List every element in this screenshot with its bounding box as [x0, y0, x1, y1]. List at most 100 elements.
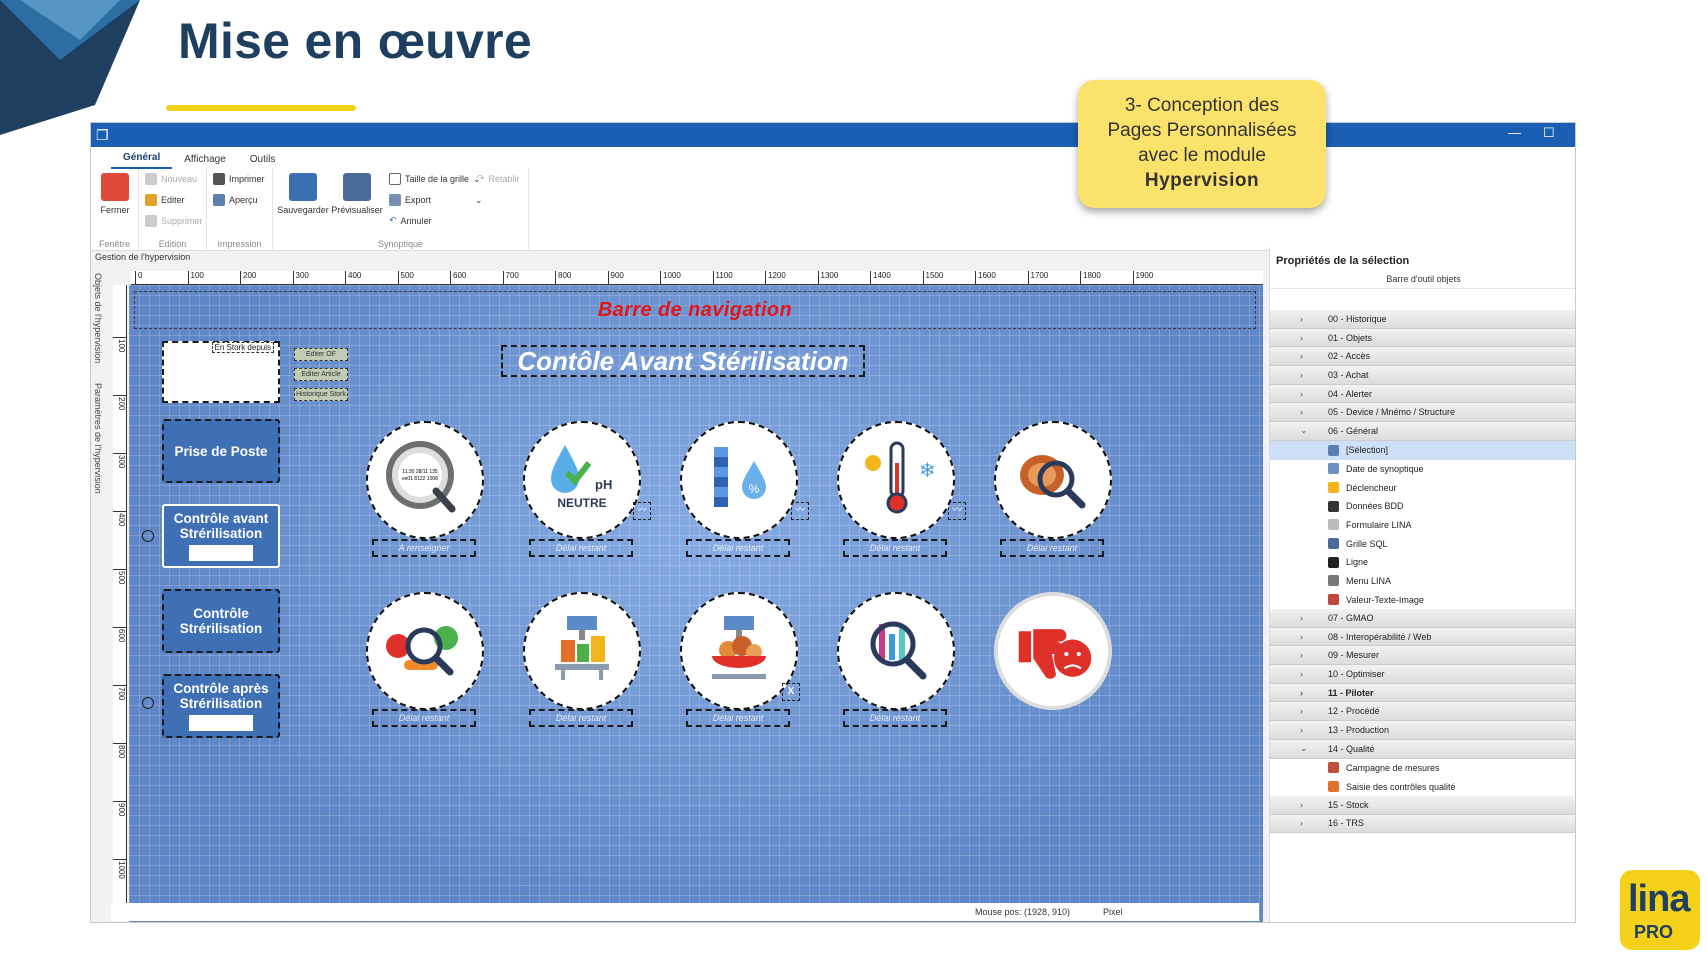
nav-controle-avant[interactable]: Contrôle avant Strérilisation — [162, 504, 280, 568]
tree-category[interactable]: ⌄ 14 - Qualité — [1270, 739, 1575, 759]
vegetables-inspection-icon[interactable] — [366, 592, 484, 710]
tree-category[interactable]: › 01 - Objets — [1270, 328, 1575, 348]
retablir-button[interactable]: ↷ Rétablir — [477, 173, 520, 184]
tree-category[interactable]: › 03 - Achat — [1270, 366, 1575, 385]
tab-parametres-hypervision[interactable]: Paramètres de l'hypervision — [93, 383, 103, 494]
supprimer-button[interactable]: Supprimer — [145, 215, 203, 227]
thumbs-down-sad-icon[interactable] — [998, 596, 1108, 706]
tree-item[interactable]: Valeur-Texte-Image — [1270, 590, 1575, 609]
chart-mini-icon[interactable]: 〰 — [633, 502, 651, 520]
delai-label[interactable]: Délai restant — [686, 539, 790, 557]
radio-indicator[interactable] — [142, 530, 154, 542]
tree-item[interactable]: Campagne de mesures — [1270, 759, 1575, 778]
chevron-right-icon[interactable]: › — [1300, 669, 1303, 679]
watch-inspection-icon[interactable]: 11:30 28/11 135 ex01 8122 1008 — [366, 421, 484, 539]
annuler-button[interactable]: ↶ Annuler — [389, 215, 432, 226]
tree-item[interactable]: Date de synoptique — [1270, 460, 1575, 479]
tab-affichage[interactable]: Affichage — [172, 150, 238, 169]
tree-category[interactable]: › 16 - TRS — [1270, 814, 1575, 834]
chevron-right-icon[interactable]: › — [1300, 650, 1303, 660]
temperature-icon[interactable]: ❄ — [837, 421, 955, 539]
navigation-bar[interactable]: Barre de navigation — [134, 291, 1256, 329]
tree-category[interactable]: ⌄ 06 - Général — [1270, 422, 1575, 441]
tree-category[interactable]: › 00 - Historique — [1270, 310, 1575, 329]
tree-item[interactable]: Saisie des contrôles qualité — [1270, 777, 1575, 796]
tree-category[interactable]: › 04 - Alerter — [1270, 384, 1575, 404]
delai-label[interactable]: Délai restant — [372, 709, 476, 727]
humidity-icon[interactable]: % — [680, 421, 798, 539]
close-mini-icon[interactable]: X — [782, 683, 800, 701]
tree-item[interactable]: Formulaire LINA — [1270, 516, 1575, 535]
food-weighing-icon[interactable] — [680, 592, 798, 710]
scale-products-icon[interactable] — [523, 592, 641, 710]
tree-category[interactable]: › 10 - Optimiser — [1270, 665, 1575, 684]
tree-item[interactable]: Grille SQL — [1270, 534, 1575, 553]
chevron-right-icon[interactable]: › — [1300, 725, 1303, 735]
chevron-right-icon[interactable]: › — [1300, 333, 1303, 343]
delai-label[interactable]: Délai restant — [529, 709, 633, 727]
chart-mini-icon[interactable]: 〰 — [948, 502, 966, 520]
editer-button[interactable]: Editer — [145, 194, 185, 206]
tree-category[interactable]: › 12 - Procédé — [1270, 702, 1575, 722]
historique-stock-button[interactable]: Historique Stork — [294, 388, 348, 401]
chevron-right-icon[interactable]: › — [1300, 370, 1303, 380]
food-inspection-icon[interactable] — [994, 421, 1112, 539]
tree-item[interactable]: Ligne — [1270, 553, 1575, 572]
tree-category[interactable]: › 09 - Mesurer — [1270, 646, 1575, 666]
delai-label[interactable]: Délai restant — [686, 709, 790, 727]
tree-item[interactable]: [Sélection] — [1270, 440, 1575, 460]
chevron-right-icon[interactable]: › — [1300, 800, 1303, 810]
tab-general[interactable]: Général — [111, 148, 173, 169]
radio-indicator[interactable] — [142, 697, 154, 709]
tree-item[interactable]: Menu LINA — [1270, 572, 1575, 591]
canvas-title[interactable]: Contôle Avant Stérilisation — [501, 345, 865, 377]
nouveau-button[interactable]: Nouveau — [145, 173, 197, 185]
nav-controle-sterilisation[interactable]: Contrôle Strérilisation — [162, 589, 280, 653]
chevron-right-icon[interactable]: › — [1300, 818, 1303, 828]
tree-item[interactable]: Données BDD — [1270, 497, 1575, 516]
tab-objets-hypervision[interactable]: Objets de l'hypervision — [93, 273, 103, 363]
chevron-right-icon[interactable]: › — [1300, 613, 1303, 623]
tree-item[interactable]: Déclencheur — [1270, 478, 1575, 497]
delai-label[interactable]: Délai restant — [843, 709, 947, 727]
tab-outils[interactable]: Outils — [238, 150, 288, 169]
chevron-right-icon[interactable]: › — [1300, 389, 1303, 399]
maximize-icon[interactable]: ☐ — [1543, 125, 1555, 141]
apercu-button[interactable]: Aperçu — [213, 194, 258, 206]
imprimer-button[interactable]: Imprimer — [213, 173, 265, 185]
chevron-down-icon[interactable]: ⌄ — [1300, 743, 1308, 754]
export-button[interactable]: Export ⌄ — [389, 194, 483, 206]
previsualiser-button[interactable]: Prévisualiser — [331, 173, 383, 215]
tree-category[interactable]: › 05 - Device / Mnémo / Structure — [1270, 403, 1575, 423]
chart-mini-icon[interactable]: 〰 — [791, 502, 809, 520]
tree-category[interactable]: › 11 - Piloter — [1270, 683, 1575, 703]
chevron-down-icon[interactable]: ⌄ — [1300, 425, 1308, 436]
tree-category[interactable]: › 07 - GMAO — [1270, 609, 1575, 628]
ph-neutral-icon[interactable]: pH NEUTRE — [523, 421, 641, 539]
chevron-right-icon[interactable]: › — [1300, 351, 1303, 361]
synoptic-canvas[interactable]: Barre de navigation Contôle Avant Stéril… — [129, 285, 1263, 922]
fermer-button[interactable]: Fermer — [97, 173, 133, 215]
tree-category[interactable]: › 02 - Accès — [1270, 347, 1575, 367]
editer-article-button[interactable]: Editer Article — [294, 368, 348, 381]
sauvegarder-button[interactable]: Sauvegarder — [277, 173, 329, 215]
stock-box[interactable]: En Stork depuis — [162, 341, 280, 403]
chevron-right-icon[interactable]: › — [1300, 706, 1303, 716]
nav-prise-de-poste[interactable]: Prise de Poste — [162, 419, 280, 483]
analysis-inspection-icon[interactable] — [837, 592, 955, 710]
delai-label[interactable]: Délai restant — [843, 539, 947, 557]
nav-controle-apres[interactable]: Contrôle après Strérilisation — [162, 674, 280, 738]
chevron-right-icon[interactable]: › — [1300, 407, 1303, 417]
minimize-icon[interactable]: — — [1508, 125, 1521, 140]
chevron-right-icon[interactable]: › — [1300, 632, 1303, 642]
chevron-right-icon[interactable]: › — [1300, 688, 1303, 698]
tree-category[interactable]: › 15 - Stock — [1270, 795, 1575, 815]
editer-of-button[interactable]: Editer OF — [294, 348, 348, 361]
delai-label[interactable]: Délai restant — [529, 539, 633, 557]
grid-size-button[interactable]: Taille de la grille ⌄ — [389, 173, 481, 185]
tree-category[interactable]: › 08 - Interopérabilité / Web — [1270, 627, 1575, 647]
chevron-right-icon[interactable]: › — [1300, 314, 1303, 324]
tree-category[interactable]: › 13 - Production — [1270, 721, 1575, 740]
delai-label[interactable]: Délai restant — [1000, 539, 1104, 557]
delai-label[interactable]: A renseigner — [372, 539, 476, 557]
